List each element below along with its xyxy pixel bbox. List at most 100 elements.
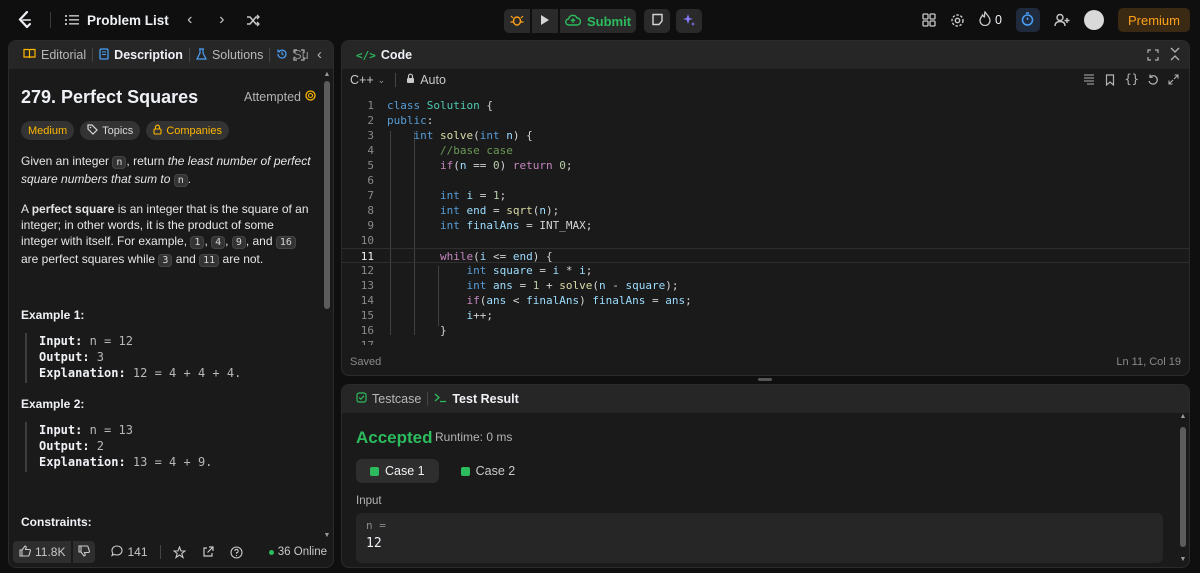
reset-icon[interactable] xyxy=(1147,74,1159,86)
attempted-status: Attempted xyxy=(244,90,316,104)
line-number: 6 xyxy=(367,174,374,187)
text: Given an integer xyxy=(21,154,113,168)
lock-icon xyxy=(153,124,162,138)
scroll-up-arrow[interactable]: ▲ xyxy=(1179,413,1187,420)
notes-button[interactable] xyxy=(644,9,670,33)
check-icon xyxy=(460,466,470,476)
run-button[interactable] xyxy=(532,9,558,33)
add-user-icon[interactable] xyxy=(1054,13,1070,27)
top-navbar: Problem List ‹ › Submit 0 Premium xyxy=(0,0,1200,40)
result-scrollbar[interactable]: ▲ ▼ xyxy=(1179,413,1187,563)
auto-mode-toggle[interactable]: Auto xyxy=(406,73,446,87)
editor-toolbar: C++ ⌄ Auto {} xyxy=(342,69,1189,91)
scroll-up-arrow[interactable]: ▲ xyxy=(323,71,331,78)
line-number: 15 xyxy=(360,309,374,322)
topics-button[interactable]: Topics xyxy=(80,121,141,140)
code-line: 10 xyxy=(342,233,1189,248)
code-line: 2 public: xyxy=(342,113,1189,128)
expand-icon[interactable] xyxy=(1168,74,1179,85)
companies-button[interactable]: Companies xyxy=(146,121,229,140)
text: , return xyxy=(126,154,168,168)
description-paragraph: Given an integer n, return the least num… xyxy=(21,153,311,189)
line-number: 17 xyxy=(342,338,374,345)
toolbar-divider xyxy=(395,73,397,87)
text: are perfect squares while xyxy=(21,252,159,266)
leetcode-logo[interactable] xyxy=(14,9,36,31)
tab-description[interactable]: Description xyxy=(93,41,189,69)
premium-button[interactable]: Premium xyxy=(1117,8,1190,32)
scrollbar-thumb[interactable] xyxy=(324,81,330,309)
collapse-panel-icon[interactable]: ‹ xyxy=(317,46,322,63)
layout-grid-icon[interactable] xyxy=(922,13,936,27)
maximize-icon[interactable] xyxy=(293,49,305,61)
submit-button[interactable]: Submit xyxy=(560,9,636,33)
label: Input: xyxy=(39,423,83,437)
dislike-button[interactable] xyxy=(73,541,96,563)
braces-icon[interactable]: {} xyxy=(1125,72,1139,86)
like-button[interactable]: 11.8K xyxy=(13,541,72,563)
tab-solutions[interactable]: Solutions xyxy=(190,41,269,69)
debug-button[interactable] xyxy=(504,9,530,33)
line-number: 14 xyxy=(360,294,374,307)
scrollbar-thumb[interactable] xyxy=(1180,427,1186,547)
label: Explanation: xyxy=(39,366,126,380)
sparkle-icon xyxy=(682,13,696,30)
line-number: 1 xyxy=(367,99,374,112)
shuffle-icon[interactable] xyxy=(243,9,265,31)
code-text: class Solution { xyxy=(387,99,493,112)
maximize-icon[interactable] xyxy=(1147,49,1159,61)
inline-code: n xyxy=(173,174,188,187)
terminal-icon xyxy=(434,392,447,406)
ai-assistant-button[interactable] xyxy=(676,9,702,33)
code-line: 1 class Solution { xyxy=(342,98,1189,113)
description-footer: 11.8K 141 36 Online xyxy=(9,537,333,567)
problem-list-button[interactable]: Problem List xyxy=(65,13,169,28)
scroll-down-arrow[interactable]: ▼ xyxy=(1179,556,1187,563)
panel-resize-handle[interactable] xyxy=(758,378,772,381)
saved-status: Saved xyxy=(350,356,382,368)
line-number: 7 xyxy=(367,189,374,202)
description-scrollbar[interactable]: ▲ ▼ xyxy=(323,71,331,541)
tab-editorial[interactable]: Editorial xyxy=(17,41,92,69)
language-select[interactable]: C++ ⌄ xyxy=(350,73,385,87)
tab-testcase[interactable]: Testcase xyxy=(350,385,427,413)
inline-code: 16 xyxy=(275,236,296,249)
avatar[interactable] xyxy=(1083,10,1104,30)
text: and xyxy=(172,252,200,266)
online-label: 36 Online xyxy=(277,546,327,558)
test-result-panel: Testcase Test Result Accepted Runtime: 0… xyxy=(341,384,1190,568)
streak-counter[interactable]: 0 xyxy=(979,10,1002,29)
format-icon[interactable] xyxy=(1083,74,1095,85)
bookmark-icon[interactable] xyxy=(1105,74,1115,86)
comments-button[interactable]: 141 xyxy=(111,544,148,560)
flask-icon xyxy=(195,47,207,63)
text: . xyxy=(187,172,192,186)
online-count: 36 Online xyxy=(268,546,327,558)
tab-code[interactable]: </> Code xyxy=(350,41,418,69)
timer-button[interactable] xyxy=(1015,8,1040,32)
case-2-tab[interactable]: Case 2 xyxy=(447,459,530,483)
example-1-title: Example 1: xyxy=(21,308,85,322)
label: Input: xyxy=(39,334,83,348)
constraints-title: Constraints: xyxy=(21,515,92,529)
comment-icon xyxy=(111,544,124,560)
like-count: 11.8K xyxy=(35,545,66,559)
example-1-block: Input: n = 12 Output: 3 Explanation: 12 … xyxy=(25,333,305,383)
tab-test-result[interactable]: Test Result xyxy=(428,385,524,413)
gear-icon[interactable] xyxy=(950,13,965,28)
code-line: 8 int end = sqrt(n); xyxy=(342,203,1189,218)
code-editor[interactable]: 1 class Solution { 2 public: 3 int solve(i… xyxy=(342,93,1189,345)
case-1-tab[interactable]: Case 1 xyxy=(356,459,439,483)
definition-paragraph: A perfect square is an integer that is t… xyxy=(21,202,309,267)
description-panel: Editorial Description Solutions Su ‹ 279… xyxy=(8,40,334,568)
minimize-panel-icon[interactable] xyxy=(1169,47,1181,61)
prev-problem-button[interactable]: ‹ xyxy=(179,9,201,31)
star-icon[interactable] xyxy=(172,545,186,559)
help-icon[interactable] xyxy=(229,545,243,559)
code-line: 6 xyxy=(342,173,1189,188)
example-2-title: Example 2: xyxy=(21,397,85,411)
example-2-input: Input: n = 13 xyxy=(39,422,305,438)
next-problem-button[interactable]: › xyxy=(211,9,233,31)
tab-solutions-label: Solutions xyxy=(211,48,264,62)
share-icon[interactable] xyxy=(202,546,214,558)
